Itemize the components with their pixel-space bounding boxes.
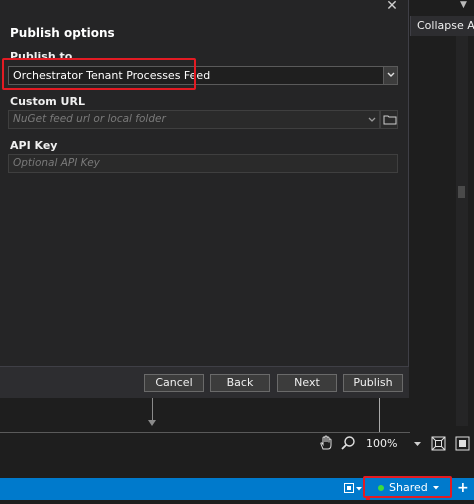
flow-connector xyxy=(152,398,153,422)
api-key-placeholder: Optional API Key xyxy=(13,157,100,169)
scrollbar-thumb[interactable] xyxy=(458,186,465,198)
dialog-button-bar: Cancel Back Next Publish xyxy=(0,366,409,398)
custom-url-label: Custom URL xyxy=(10,95,85,108)
custom-url-input[interactable]: NuGet feed url or local folder xyxy=(8,110,380,129)
arrow-down-icon xyxy=(148,420,156,426)
chevron-down-icon xyxy=(387,72,395,77)
fit-to-screen-icon[interactable] xyxy=(431,436,446,451)
hand-pan-icon[interactable] xyxy=(318,435,334,451)
expand-icon[interactable] xyxy=(455,436,470,451)
flow-connector xyxy=(379,398,380,432)
dropdown-button[interactable] xyxy=(383,67,397,84)
dialog-title: Publish options xyxy=(10,26,115,40)
api-key-input[interactable]: Optional API Key xyxy=(8,154,398,173)
chevron-down-icon[interactable] xyxy=(368,117,376,123)
zoom-toolbar xyxy=(0,433,474,455)
publish-button[interactable]: Publish xyxy=(343,374,403,392)
folder-icon xyxy=(383,115,397,125)
chevron-down-icon[interactable] xyxy=(414,442,421,447)
highlight-annotation xyxy=(363,476,452,498)
highlight-annotation xyxy=(2,58,196,90)
publish-options-dialog: ✕ Publish options Publish to Orchestrato… xyxy=(0,0,409,398)
bottom-strip xyxy=(0,500,474,504)
api-key-label: API Key xyxy=(10,139,58,152)
chevron-down-icon[interactable]: ▼ xyxy=(460,0,467,10)
plus-icon[interactable]: + xyxy=(457,479,469,497)
back-button[interactable]: Back xyxy=(210,374,270,392)
next-button[interactable]: Next xyxy=(277,374,337,392)
chevron-down-icon[interactable] xyxy=(356,487,362,491)
zoom-level[interactable]: 100% xyxy=(366,437,397,450)
source-control-icon[interactable] xyxy=(344,483,354,493)
collapse-all-button[interactable]: Collapse All xyxy=(410,16,474,36)
close-icon[interactable]: ✕ xyxy=(384,0,400,14)
vertical-scrollbar[interactable] xyxy=(456,36,468,426)
zoom-search-icon[interactable] xyxy=(340,435,356,451)
custom-url-placeholder: NuGet feed url or local folder xyxy=(13,113,166,125)
browse-folder-button[interactable] xyxy=(380,110,398,129)
cancel-button[interactable]: Cancel xyxy=(144,374,204,392)
